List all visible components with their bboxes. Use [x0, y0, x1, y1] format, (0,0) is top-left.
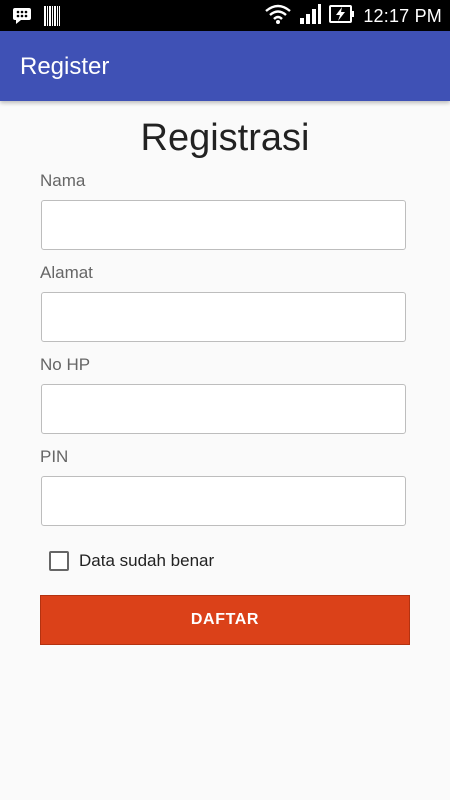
address-label: Alamat: [40, 263, 93, 282]
confirm-checkbox-row[interactable]: Data sudah benar: [49, 551, 214, 571]
phone-input[interactable]: [41, 384, 406, 434]
battery-charging-icon: [329, 4, 355, 29]
status-left-icons: [12, 6, 60, 31]
status-bar: 12:17 PM: [0, 0, 450, 31]
app-bar-title: Register: [20, 53, 110, 80]
signal-icon: [299, 4, 322, 29]
name-input[interactable]: [41, 200, 406, 250]
status-right-icons: 12:17 PM: [265, 4, 442, 29]
address-input[interactable]: [41, 292, 406, 342]
pin-label: PIN: [40, 447, 69, 466]
pin-input[interactable]: [41, 476, 406, 526]
confirm-checkbox[interactable]: [49, 551, 69, 571]
barcode-icon: [44, 6, 60, 31]
register-button[interactable]: DAFTAR: [40, 595, 410, 645]
phone-label: No HP: [40, 355, 91, 374]
bbm-icon: [12, 7, 32, 30]
page-title: Registrasi: [140, 117, 310, 159]
confirm-checkbox-label[interactable]: Data sudah benar: [79, 551, 214, 571]
name-label: Nama: [40, 171, 86, 190]
wifi-icon: [265, 4, 292, 29]
status-clock: 12:17 PM: [363, 6, 442, 26]
registration-form: Registrasi Nama Alamat No HP PIN Data su…: [0, 101, 450, 800]
app-bar: Register: [0, 31, 450, 101]
